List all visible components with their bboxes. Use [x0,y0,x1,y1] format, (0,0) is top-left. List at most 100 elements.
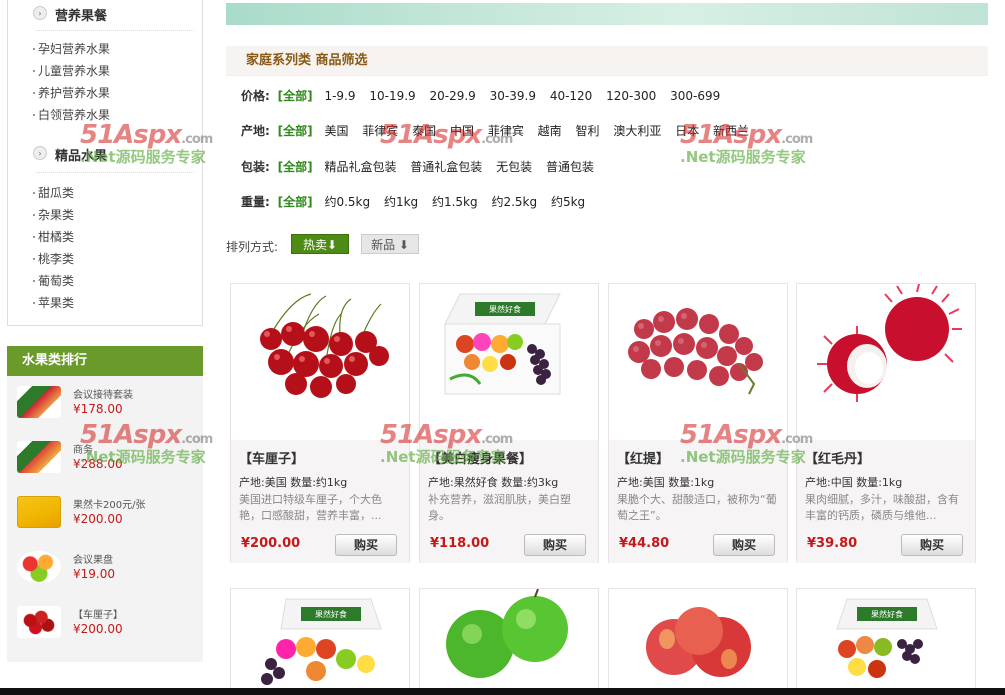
gift-box-image: 果然好食 [836,598,938,678]
sidebar-item[interactable]: 杂果类 [32,206,74,224]
product-thumbnail[interactable] [17,606,61,638]
product-name[interactable]: 【红提】 [617,448,669,467]
filter-option[interactable]: 泰国 [412,124,436,138]
filter-row-weight: 重量: [全部] 约0.5kg 约1kg 约1.5kg 约2.5kg 约5kg [241,193,595,211]
buy-button[interactable]: 购买 [335,534,397,556]
ranking-item-name[interactable]: 会议果盘 [73,551,113,566]
filter-option[interactable]: 约5kg [551,195,585,209]
ranking-item-price: ¥200.00 [73,622,123,636]
sidebar-item[interactable]: 柑橘类 [32,228,74,246]
buy-button[interactable]: 购买 [901,534,963,556]
sidebar-item[interactable]: 甜瓜类 [32,184,74,202]
ranking-item-name[interactable]: 会议接待套装 [73,386,133,401]
filter-option[interactable]: 10-19.9 [369,89,415,103]
sidebar-item[interactable]: 白领营养水果 [32,106,110,124]
filter-option[interactable]: 澳大利亚 [613,124,661,138]
product-card[interactable]: 果然好食 【美白瘦身果餐】 产地:果然好食 数量:约3kg 补充营养，滋润肌肤，… [419,283,599,563]
filter-option[interactable]: 约1kg [384,195,418,209]
buy-button[interactable]: 购买 [524,534,586,556]
product-thumbnail[interactable] [17,496,61,528]
chevron-right-icon: › [33,6,47,20]
product-info: 【车厘子】 产地:美国 数量:约1kg 美国进口特级车厘子，个大色艳，口感酸甜，… [231,440,409,563]
filter-option[interactable]: 新西兰 [713,124,749,138]
product-thumbnail[interactable] [17,441,61,473]
filter-option[interactable]: 智利 [576,124,600,138]
product-thumbnail[interactable] [17,551,61,583]
product-image[interactable] [609,284,787,440]
sidebar-item[interactable]: 桃李类 [32,250,74,268]
product-meta: 产地:美国 数量:约1kg [239,476,348,489]
filter-all-link[interactable]: [全部] [278,124,313,138]
filter-option[interactable]: 普通礼盒包装 [410,160,482,174]
filter-all-link[interactable]: [全部] [278,195,313,209]
filter-option[interactable]: 美国 [324,124,348,138]
product-card[interactable] [608,588,788,695]
filter-option[interactable]: 菲律宾 [488,124,524,138]
filter-option[interactable]: 中国 [450,124,474,138]
filter-all-link[interactable]: [全部] [278,89,313,103]
ranking-item-price: ¥200.00 [73,512,123,526]
product-meta: 产地:美国 数量:1kg [617,476,715,489]
filter-option[interactable]: 1-9.9 [324,89,355,103]
filter-option[interactable]: 20-29.9 [430,89,476,103]
filter-option[interactable]: 40-120 [550,89,593,103]
filter-option[interactable]: 无包装 [496,160,532,174]
product-name[interactable]: 【红毛丹】 [805,448,870,467]
category-header-nutrition[interactable]: › 营养果餐 [8,0,204,28]
filter-option[interactable]: 普通包装 [546,160,594,174]
red-grapes-image [628,308,763,395]
sidebar-item[interactable]: 苹果类 [32,294,74,312]
category-header-premium[interactable]: › 精品水果 [8,140,204,168]
buy-button[interactable]: 购买 [713,534,775,556]
ranking-item-name[interactable]: 商务 [73,441,93,456]
sidebar-item[interactable]: 葡萄类 [32,272,74,290]
product-image[interactable]: 果然好食 [420,284,598,440]
ranking-item-name[interactable]: 【车厘子】 [73,606,123,621]
sidebar-item[interactable]: 儿童营养水果 [32,62,110,80]
product-image[interactable] [797,284,975,440]
filter-title: 家庭系列类 商品筛选 [226,46,988,76]
ranking-item[interactable]: 商务 ¥288.00 [17,441,197,481]
filter-option[interactable]: 300-699 [670,89,720,103]
sort-label: 排列方式: [226,240,279,254]
divider [36,172,194,173]
filter-option[interactable]: 日本 [675,124,699,138]
product-card[interactable]: 【红提】 产地:美国 数量:1kg 果脆个大、甜酸适口，被称为“葡萄之王”。 ¥… [608,283,788,563]
ranking-item-name[interactable]: 果然卡200元/张 [73,496,145,511]
category-title: 精品水果 [55,148,108,164]
bottom-bar [0,688,1005,695]
ranking-item[interactable]: 会议果盘 ¥19.00 [17,551,197,591]
filter-option[interactable]: 约1.5kg [432,195,478,209]
sort-hot-button[interactable]: 热卖⬇ [291,234,349,254]
filter-all-link[interactable]: [全部] [278,160,313,174]
category-box: › 营养果餐 孕妇营养水果 儿童营养水果 养护营养水果 白领营养水果 › 精品水… [7,0,203,326]
filter-option[interactable]: 约0.5kg [324,195,370,209]
product-card[interactable]: 【红毛丹】 产地:中国 数量:1kg 果肉细腻，多汁，味酸甜，含有丰富的钙质，磷… [796,283,976,563]
product-image[interactable] [231,284,409,440]
ranking-item-price: ¥19.00 [73,567,115,581]
sidebar-item[interactable]: 养护营养水果 [32,84,110,102]
product-card[interactable]: 【车厘子】 产地:美国 数量:约1kg 美国进口特级车厘子，个大色艳，口感酸甜，… [230,283,410,563]
product-name[interactable]: 【美白瘦身果餐】 [428,448,532,467]
product-name[interactable]: 【车厘子】 [239,448,304,467]
filter-option[interactable]: 约2.5kg [491,195,537,209]
filter-label: 重量: [241,195,270,209]
product-card[interactable] [419,588,599,695]
product-thumbnail[interactable] [17,386,61,418]
ranking-item[interactable]: 【车厘子】 ¥200.00 [17,606,197,646]
sort-new-button[interactable]: 新品 ⬇ [361,234,419,254]
product-price: ¥200.00 [241,536,301,551]
sidebar: › 营养果餐 孕妇营养水果 儿童营养水果 养护营养水果 白领营养水果 › 精品水… [0,0,205,695]
ranking-item[interactable]: 果然卡200元/张 ¥200.00 [17,496,197,536]
filter-option[interactable]: 菲律宾 [362,124,398,138]
filter-option[interactable]: 30-39.9 [490,89,536,103]
product-meta: 产地:果然好食 数量:约3kg [428,476,559,489]
filter-option[interactable]: 120-300 [606,89,656,103]
ranking-item[interactable]: 会议接待套装 ¥178.00 [17,386,197,426]
product-card[interactable]: 果然好食 [796,588,976,695]
filter-option[interactable]: 越南 [538,124,562,138]
sidebar-item[interactable]: 孕妇营养水果 [32,40,110,58]
box-label: 果然好食 [871,609,903,619]
product-card[interactable]: 果然好食 [230,588,410,695]
filter-option[interactable]: 精品礼盒包装 [324,160,396,174]
